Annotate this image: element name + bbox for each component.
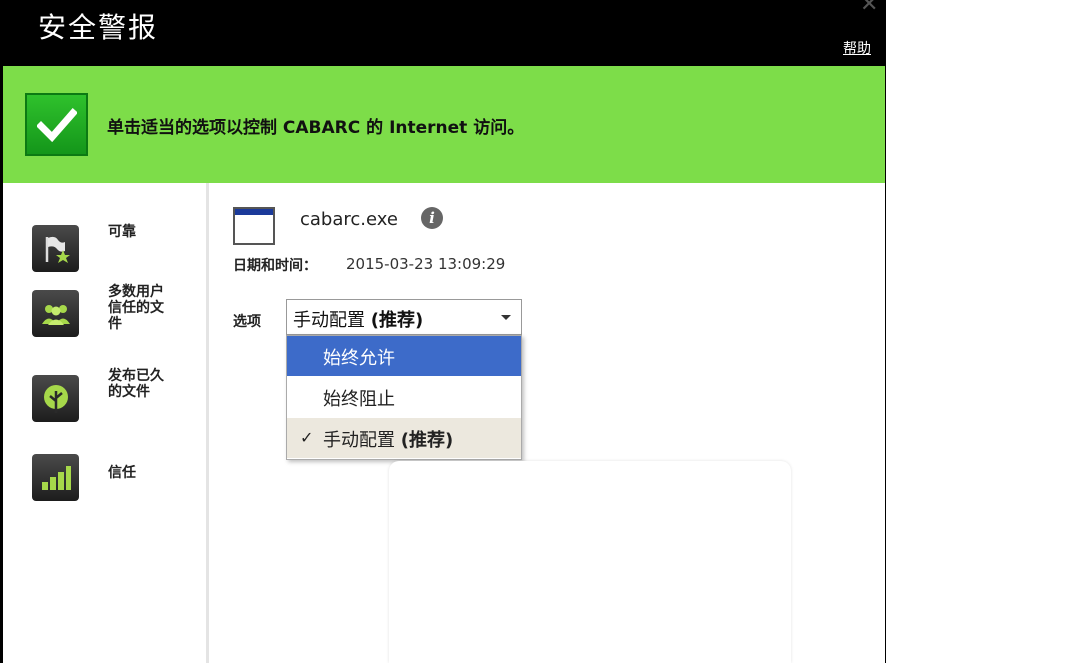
security-alert-dialog: ✕ 安全警报 帮助 单击适当的选项以控制 CABARC 的 Internet 访… [0, 0, 886, 663]
banner-message: 单击适当的选项以控制 CABARC 的 Internet 访问。 [107, 118, 525, 138]
option-always-allow[interactable]: 始终允许 [287, 336, 521, 376]
close-icon[interactable]: ✕ [860, 0, 878, 17]
sidebar-item-label: 多数用户信任的文件 [108, 284, 164, 332]
options-label: 选项 [233, 314, 261, 330]
options-dropdown: 始终允许 始终阻止 ✓ 手动配置 (推荐) [286, 335, 522, 460]
info-icon[interactable]: i [421, 207, 443, 229]
sidebar-item-common-files[interactable]: 多数用户信任的文件 [3, 278, 206, 343]
application-window-icon [233, 207, 275, 245]
chevron-down-icon [501, 315, 511, 320]
users-group-icon [32, 290, 79, 337]
details-pane: cabarc.exe i 日期和时间： 2015-03-23 13:09:29 … [209, 183, 885, 663]
check-icon: ✓ [300, 428, 314, 447]
date-value: 2015-03-23 13:09:29 [346, 255, 506, 273]
option-always-block[interactable]: 始终阻止 [287, 377, 521, 417]
tree-icon [32, 375, 79, 422]
date-label: 日期和时间： [233, 258, 317, 274]
details-panel [389, 461, 791, 663]
sidebar-item-trust[interactable]: 信任 [3, 448, 206, 508]
trust-sidebar: 可靠 多数用户信任的文件 发布已久的文件 信任 [3, 183, 206, 663]
options-select[interactable]: 手动配置 (推荐) [286, 299, 522, 335]
sidebar-item-label: 发布已久的文件 [108, 368, 164, 400]
sidebar-item-label: 可靠 [108, 224, 136, 240]
sidebar-item-label: 信任 [108, 465, 136, 481]
help-link[interactable]: 帮助 [843, 38, 871, 58]
flag-star-icon [32, 225, 79, 272]
file-name: cabarc.exe [300, 209, 398, 230]
select-value: 手动配置 (推荐) [293, 310, 424, 331]
background [886, 0, 1076, 663]
sidebar-item-long-published[interactable]: 发布已久的文件 [3, 366, 206, 426]
checkmark-icon [25, 93, 88, 156]
sidebar-item-reliable[interactable]: 可靠 [3, 213, 206, 272]
option-manual-config[interactable]: ✓ 手动配置 (推荐) [287, 418, 521, 458]
signal-bars-icon [32, 454, 79, 501]
status-banner: 单击适当的选项以控制 CABARC 的 Internet 访问。 [3, 66, 885, 183]
dialog-title: 安全警报 [38, 11, 159, 44]
